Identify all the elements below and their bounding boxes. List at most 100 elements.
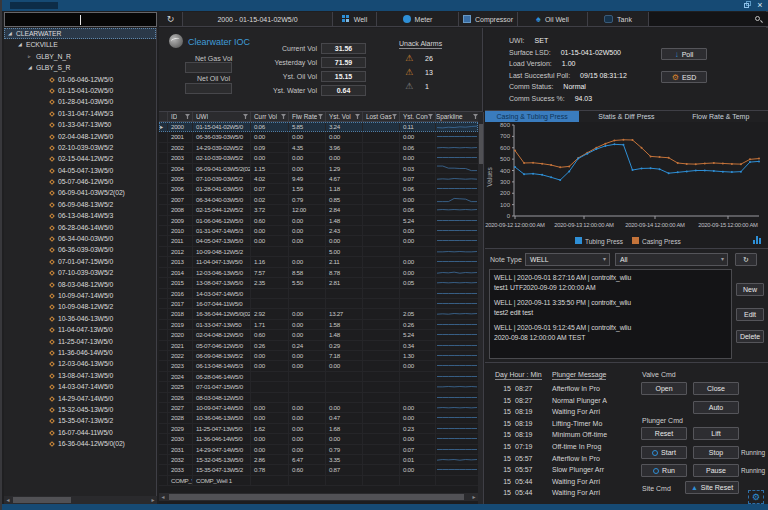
grid-col-UWI[interactable]: UWI — [193, 112, 251, 121]
tree-item[interactable]: 10-36-046-13W5/0 — [4, 313, 156, 324]
grid-row[interactable]: 2019 01-33-047-13W50 1.71 0.00 1.58 0.26 — [159, 320, 478, 330]
note-filter-dropdown[interactable]: All▾ — [615, 253, 728, 266]
chart-tab-casing-tubing-press[interactable]: Casing & Tubing Press — [485, 111, 579, 122]
grid-row[interactable]: 2020 02-04-048-12W5/0 0.60 0.00 1.48 5.2… — [159, 330, 478, 340]
valve-auto-button[interactable]: Auto — [693, 401, 739, 414]
grid-row[interactable]: 2001 06-36-039-03W5/0 0.00 0.00 0.00 0.0… — [159, 132, 478, 142]
tree-item[interactable]: 05-07-046-12W5/0 — [4, 176, 156, 187]
tree-item[interactable]: 01-33-047-13W50 — [4, 119, 156, 130]
tree-item[interactable]: 06-13-048-14W5/3 — [4, 210, 156, 221]
tree-item[interactable]: 06-09-048-13W5/2 — [4, 199, 156, 210]
tree-item[interactable]: ◢GLBY_S_R — [4, 62, 156, 73]
tab-meter[interactable]: Meter — [377, 12, 459, 26]
grid-row[interactable]: 2022 06-09-048-13W5/2 0.00 0.00 7.18 1.3… — [159, 351, 478, 361]
grid-row[interactable]: 2012 10-09-048-12W5/2 5.00 — [159, 247, 478, 257]
grid-row[interactable]: 2029 11-25-047-13W5/0 1.62 0.00 1.68 0.2… — [159, 424, 478, 434]
grid-row[interactable]: 2016 14-03-047-14W5/0 — [159, 289, 478, 299]
tree-item[interactable]: 14-03-047-14W5/0 — [4, 381, 156, 392]
grid-row[interactable]: 2032 15-32-045-13W5/0 2.86 6.47 3.35 0.0… — [159, 455, 478, 465]
new-note-button[interactable]: New — [736, 283, 764, 296]
tree-item[interactable]: 07-10-039-03W5/2 — [4, 267, 156, 278]
grid-col-Sparkline[interactable]: Sparkline — [436, 112, 478, 121]
grid-row[interactable]: 2013 11-04-047-13W5/0 1.16 0.00 2.11 0.0… — [159, 257, 478, 267]
grid-row[interactable]: 2009 01-06-046-12W5/0 0.60 0.00 1.48 5.2… — [159, 216, 478, 226]
tree-filter-input[interactable] — [4, 12, 157, 27]
tree-item[interactable]: 11-04-047-13W5/0 — [4, 324, 156, 335]
grid-col-Yst. Cond[interactable]: Yst. Cond — [400, 112, 436, 121]
grid-comp-row[interactable]: COMP_W COMP_Well 1 — [159, 476, 478, 486]
grid-row[interactable]: 2011 04-05-047-13W5/0 0.00 0.00 0.00 0.0… — [159, 236, 478, 246]
sidebar-hscrollbar[interactable]: ◄► — [4, 496, 157, 504]
note-item[interactable]: WELL | 2020-09-11 3:35:50 PM | controlfx… — [494, 298, 731, 317]
plunger-pause-button[interactable]: Pause — [693, 464, 739, 477]
tree-item[interactable]: 01-06-046-12W5/0 — [4, 74, 156, 85]
grid-row[interactable]: 2017 16-07-044-11W5/0 — [159, 299, 478, 309]
plunger-stop-button[interactable]: Stop — [693, 446, 739, 459]
esd-button[interactable]: ⚙ESD — [661, 71, 707, 83]
filter-icon[interactable] — [185, 114, 190, 119]
grid-col-indicator[interactable] — [159, 112, 168, 121]
grid-row[interactable]: 2018 16-36-044-12W5/0(02) 2.92 0.00 13.2… — [159, 309, 478, 319]
notes-list[interactable]: WELL | 2020-09-01 8:27:16 AM | controlfx… — [489, 269, 732, 359]
plunger-reset-button[interactable]: Reset — [641, 427, 687, 440]
tree-item[interactable]: 06-09-041-03W5/2(02) — [4, 187, 156, 198]
tree-item[interactable]: 10-09-047-14W5/0 — [4, 290, 156, 301]
grid-row[interactable]: ▸ 2000 01-15-041-02W5/0 0.06 5.85 3.24 0… — [159, 122, 478, 132]
tab-compressor[interactable]: Compressor — [459, 12, 518, 26]
grid-row[interactable]: 2008 02-15-044-12W5/2 3.72 12.00 2.84 0.… — [159, 205, 478, 215]
grid-row[interactable]: 2033 15-35-047-13W5/2 0.78 0.60 0.87 0.0… — [159, 465, 478, 475]
site-reset-button[interactable]: ▲Site Reset — [685, 481, 739, 494]
tree-item[interactable]: 11-36-046-14W5/0 — [4, 347, 156, 358]
refresh-icon[interactable]: ↻ — [159, 12, 183, 26]
tree-item[interactable]: 15-35-047-13W5/2 — [4, 415, 156, 426]
tree-item[interactable]: 04-05-047-13W5/0 — [4, 165, 156, 176]
tree-item[interactable]: 14-29-047-14W5/0 — [4, 393, 156, 404]
chart-tab-flow-rate-temp[interactable]: Flow Rate & Temp — [674, 111, 768, 122]
chart-tab-statis-diff-press[interactable]: Statis & Diff Press — [579, 111, 673, 122]
edit-note-button[interactable]: Edit — [736, 308, 764, 321]
tree-item[interactable]: ◢CLEARWATER — [4, 28, 156, 39]
grid-col-ID[interactable]: ID — [168, 112, 193, 121]
tab-well[interactable]: Well — [333, 12, 377, 26]
grid-row[interactable]: 2015 13-08-047-13W5/0 2.35 5.50 2.81 0.0… — [159, 278, 478, 288]
grid-row[interactable]: 2021 05-07-046-12W5/0 0.26 0.24 0.29 0.3… — [159, 341, 478, 351]
note-item[interactable]: WELL | 2020-09-01 9:12:45 AM | controlfx… — [494, 323, 731, 342]
plunger-start-button[interactable]: Start — [641, 446, 687, 459]
tree-item[interactable]: 02-10-039-03W5/2 — [4, 142, 156, 153]
tree-item[interactable]: 06-34-040-03W5/0 — [4, 233, 156, 244]
grid-row[interactable]: 2010 01-31-047-14W5/3 0.00 0.00 2.43 0.0… — [159, 226, 478, 236]
delete-note-button[interactable]: Delete — [736, 330, 764, 343]
tree-item[interactable]: 15-32-045-13W5/0 — [4, 404, 156, 415]
tree-item[interactable]: 08-03-048-12W5/0 — [4, 279, 156, 290]
notes-refresh-button[interactable]: ↻ — [735, 253, 757, 266]
grid-row[interactable]: 2031 14-29-047-14W5/0 0.00 0.00 0.79 0.0… — [159, 445, 478, 455]
filter-icon[interactable] — [392, 114, 397, 119]
filter-icon[interactable] — [318, 114, 323, 119]
grid-col-Lost Gas[interactable]: Lost Gas — [363, 112, 400, 121]
tree-item[interactable]: 07-01-047-15W5/0 — [4, 256, 156, 267]
grid-row[interactable]: 2004 06-09-041-03W5/2(02) 1.15 0.00 1.29… — [159, 164, 478, 174]
grid-vscrollbar[interactable] — [478, 112, 484, 504]
settings-gear-icon[interactable]: ⚙ — [748, 490, 764, 504]
well-selector-dropdown[interactable]: 2000 - 01-15-041-02W5/0 — [183, 12, 333, 26]
valve-open-button[interactable]: Open — [641, 382, 687, 395]
tree-item[interactable]: 13-08-047-13W5/0 — [4, 370, 156, 381]
tree-item[interactable]: 02-04-048-12W5/0 — [4, 131, 156, 142]
tree-item[interactable]: ▹GLBY_N_R — [4, 51, 156, 62]
tree-item[interactable]: ◢ECKVILLE — [4, 39, 156, 50]
tree-item[interactable]: 02-15-044-12W5/2 — [4, 153, 156, 164]
grid-row[interactable]: 2007 06-34-040-03W5/0 0.02 0.79 0.85 0.0… — [159, 195, 478, 205]
tree-item[interactable]: 06-36-039-03W5/0 — [4, 244, 156, 255]
note-item[interactable]: WELL | 2020-09-01 8:27:16 AM | controlfx… — [494, 273, 731, 292]
restore-icon[interactable] — [742, 1, 752, 10]
tree-item[interactable]: 11-25-047-13W5/0 — [4, 336, 156, 347]
tree-item[interactable]: 16-07-044-11W5/0 — [4, 427, 156, 438]
tree-item[interactable]: 12-03-046-13W5/0 — [4, 358, 156, 369]
note-type-dropdown[interactable]: WELL▾ — [525, 253, 610, 266]
grid-row[interactable]: 2005 07-10-039-03W5/2 4.02 9.49 4.67 0.0… — [159, 174, 478, 184]
tree-item[interactable]: 06-28-046-14W5/0 — [4, 222, 156, 233]
grid-col-Yst. Vol[interactable]: Yst. Vol — [326, 112, 363, 121]
filter-icon[interactable] — [281, 114, 286, 119]
chart-options-icon[interactable] — [753, 236, 761, 244]
grid-col-Flw Rate[interactable]: Flw Rate — [289, 112, 326, 121]
